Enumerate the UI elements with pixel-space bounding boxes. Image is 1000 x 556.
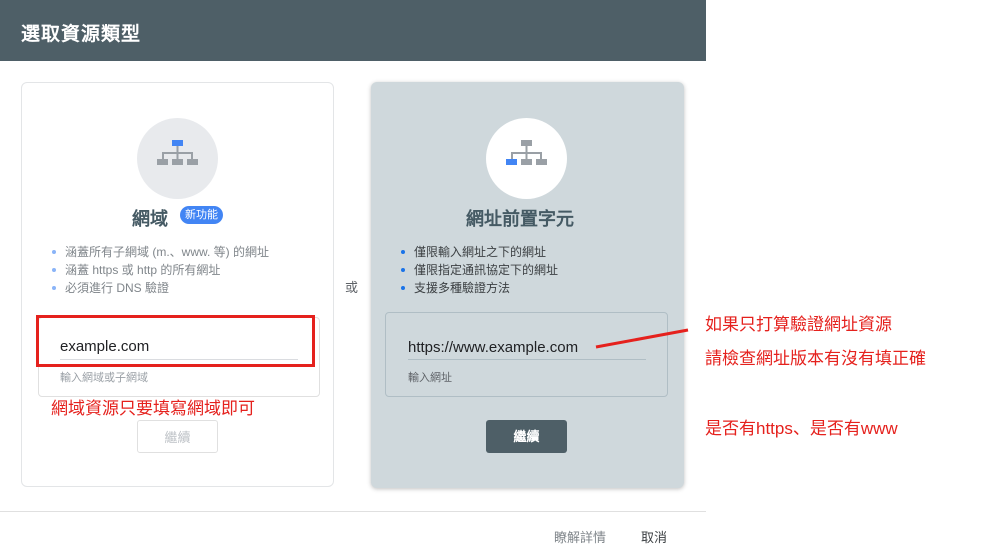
prefix-annotation-line1: 如果只打算驗證網址資源 [705, 315, 892, 334]
prefix-annotation-line2: 請檢查網址版本有沒有填正確 [705, 349, 926, 368]
annotation-arrow-line [595, 328, 689, 349]
prefix-annotation-line3: 是否有https、是否有www [705, 419, 898, 438]
